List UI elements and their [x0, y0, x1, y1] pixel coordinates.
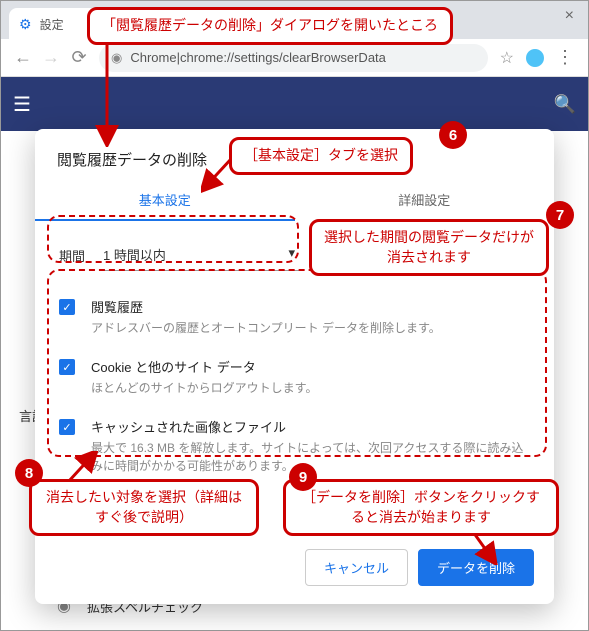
menu-dots-icon[interactable]: ⋮ — [550, 47, 580, 68]
callout-7: 選択した期間の閲覧データだけが消去されます — [309, 219, 549, 276]
back-button[interactable]: ← — [9, 47, 37, 68]
badge-8: 8 — [15, 459, 43, 487]
forward-button[interactable]: → — [37, 47, 65, 68]
settings-app-bar: ☰ 🔍 — [1, 77, 588, 131]
address-bar[interactable]: ◉ Chrome | chrome://settings/clearBrowse… — [99, 44, 488, 72]
address-bar-row: ← → ⟳ ◉ Chrome | chrome://settings/clear… — [1, 39, 588, 77]
extension-icon[interactable] — [526, 49, 544, 67]
badge-7: 7 — [546, 201, 574, 229]
reload-button[interactable]: ⟳ — [65, 47, 93, 68]
check-desc-history: アドレスバーの履歴とオートコンプリート データを削除します。 — [91, 319, 530, 337]
checkbox-history[interactable]: ✓ — [59, 299, 75, 315]
check-title-cache: キャッシュされた画像とファイル — [91, 417, 530, 436]
period-label: 期間 — [59, 246, 85, 265]
check-item-cookies: ✓ Cookie と他のサイト データ ほとんどのサイトからログアウトします。 — [51, 347, 538, 407]
tab-basic[interactable]: 基本設定 — [35, 178, 295, 221]
checkbox-cache[interactable]: ✓ — [59, 419, 75, 435]
bookmark-star-icon[interactable]: ☆ — [494, 48, 520, 68]
period-select[interactable]: 1 時間以内 ▾ — [99, 239, 299, 271]
check-text: Cookie と他のサイト データ ほとんどのサイトからログアウトします。 — [91, 357, 530, 397]
dropdown-caret-icon: ▾ — [288, 245, 295, 264]
check-title-cookies: Cookie と他のサイト データ — [91, 357, 530, 376]
window-close-button[interactable]: × — [557, 3, 582, 29]
checkbox-cookies[interactable]: ✓ — [59, 359, 75, 375]
check-item-history: ✓ 閲覧履歴 アドレスバーの履歴とオートコンプリート データを削除します。 — [51, 287, 538, 347]
gear-icon: ⚙ — [19, 16, 32, 33]
callout-8: 消去したい対象を選択（詳細はすぐ後で説明） — [29, 479, 259, 536]
tab-advanced[interactable]: 詳細設定 — [295, 178, 555, 221]
badge-6: 6 — [439, 121, 467, 149]
check-desc-cookies: ほとんどのサイトからログアウトします。 — [91, 379, 530, 397]
callout-6: ［基本設定］タブを選択 — [229, 137, 413, 175]
address-url: chrome://settings/clearBrowserData — [180, 50, 386, 65]
chrome-icon: ◉ — [111, 50, 122, 66]
check-text: 閲覧履歴 アドレスバーの履歴とオートコンプリート データを削除します。 — [91, 297, 530, 337]
tab-title: 設定 — [40, 16, 64, 33]
badge-9: 9 — [289, 463, 317, 491]
search-icon[interactable]: 🔍 — [554, 94, 576, 115]
callout-9: ［データを削除］ボタンをクリックすると消去が始まります — [283, 479, 559, 536]
cancel-button[interactable]: キャンセル — [305, 549, 408, 586]
delete-data-button[interactable]: データを削除 — [418, 549, 534, 586]
callout-top: 「閲覧履歴データの削除」ダイアログを開いたところ — [87, 7, 453, 45]
period-value: 1 時間以内 — [103, 245, 166, 264]
address-prefix: Chrome — [130, 50, 176, 65]
check-title-history: 閲覧履歴 — [91, 297, 530, 316]
checkbox-list: ✓ 閲覧履歴 アドレスバーの履歴とオートコンプリート データを削除します。 ✓ … — [47, 287, 542, 485]
hamburger-icon[interactable]: ☰ — [13, 92, 31, 117]
dialog-footer: キャンセル データを削除 — [35, 537, 554, 604]
dialog-tabs: 基本設定 詳細設定 — [35, 178, 554, 221]
